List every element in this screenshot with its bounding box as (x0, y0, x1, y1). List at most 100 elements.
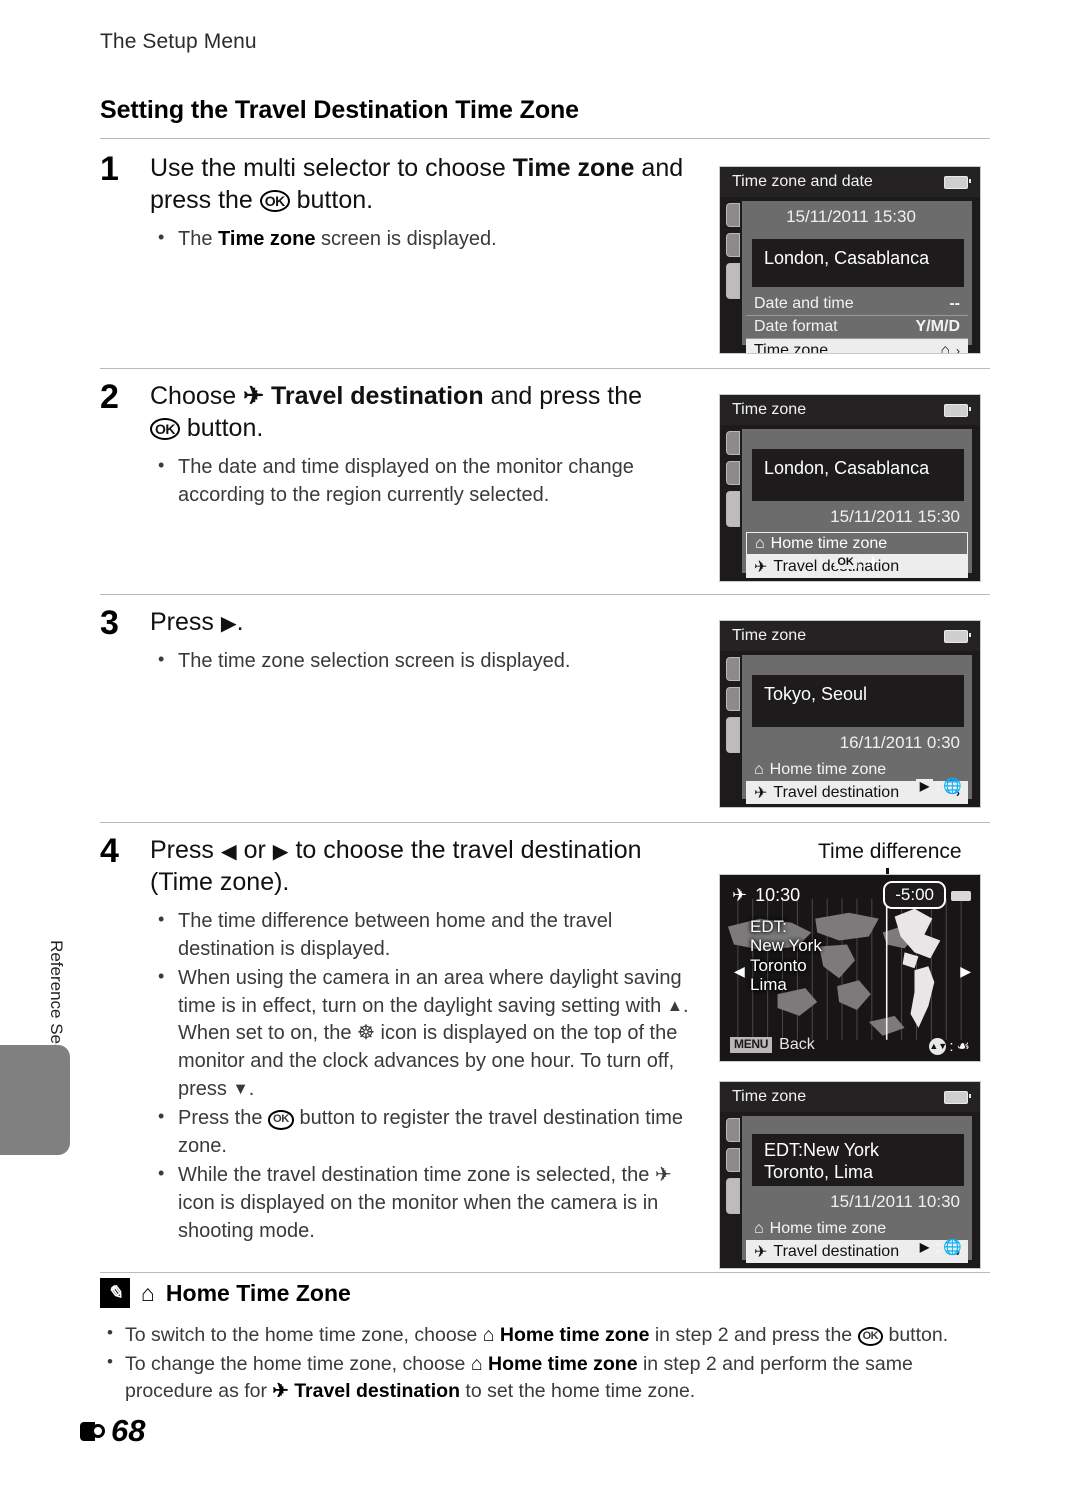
menu-row-value: Y/M/D (915, 318, 960, 335)
menu-row-date-and-time[interactable]: Date and time -- (746, 293, 968, 316)
city-line: Toronto (750, 955, 807, 975)
city-display: Tokyo, Seoul (752, 675, 964, 727)
battery-icon (944, 175, 971, 189)
time-difference-value: -5:00 (883, 881, 946, 909)
step-heading: Press ◀ or ▶ to choose the travel destin… (150, 834, 710, 898)
battery-icon (951, 891, 971, 901)
right-arrow-icon[interactable]: ▶ (960, 963, 971, 980)
step-bullets: The time difference between home and the… (150, 907, 710, 1245)
tab-icon[interactable] (726, 431, 740, 455)
step-text: Use the multi selector to choose (150, 154, 513, 182)
tab-icon[interactable] (726, 461, 740, 485)
camera-screen-time-zone-and-date: Time zone and date 15/11/2011 15:30 Lond… (719, 166, 981, 354)
menu-row-label: Time zone (754, 341, 829, 354)
note-title: ✎ ⌂ Home Time Zone (100, 1278, 995, 1308)
menu-tab-strip[interactable] (726, 657, 740, 759)
battery-icon (944, 1090, 971, 1104)
right-triangle-icon: ▶ (272, 839, 289, 863)
home-icon: ⌂ (141, 1279, 155, 1306)
step-text: button. (179, 414, 264, 442)
globe-icon: 🌐 (943, 1239, 962, 1256)
menu-row-label: Travel destination (773, 1242, 900, 1260)
daylight-saving-icon: ☸ (357, 1022, 375, 1045)
page-number: 68 (80, 1413, 145, 1449)
travel-time-display: ✈ 10:30 (732, 885, 800, 906)
bullet-emphasis: Time zone (218, 228, 316, 250)
note-text: To switch to the home time zone, choose (125, 1324, 483, 1346)
step-number: 4 (100, 832, 119, 870)
play-chip-icon: ▶ (915, 1239, 934, 1255)
tab-icon[interactable] (726, 233, 740, 257)
daylight-saving-icon: ☙ (956, 1038, 970, 1055)
menu-tab-strip[interactable] (726, 203, 740, 305)
home-icon: ⌂ (755, 534, 765, 552)
menu-row-value: -- (949, 295, 960, 312)
bullet-text: The date and time displayed on the monit… (178, 456, 634, 506)
step-emphasis: Travel destination (271, 382, 484, 410)
note-title-text: Home Time Zone (165, 1279, 351, 1306)
step-bullets: The date and time displayed on the monit… (150, 453, 710, 509)
globe-icon: 🌐 (943, 778, 962, 795)
right-triangle-icon: ▶ (220, 611, 237, 635)
menu-row-time-zone[interactable]: Time zone ⌂ › (746, 339, 968, 354)
bullet-item: The date and time displayed on the monit… (150, 453, 710, 509)
tab-icon-selected[interactable] (726, 717, 740, 753)
step-emphasis: Time zone (512, 154, 635, 182)
city-list: EDT: New York Toronto Lima (750, 917, 822, 995)
note-text: to set the home time zone. (460, 1380, 696, 1403)
tab-icon[interactable] (726, 687, 740, 711)
side-tab-marker (0, 1045, 70, 1155)
bullet-text: The (178, 228, 219, 250)
menu-back-hint[interactable]: MENU Back (730, 1036, 815, 1054)
menu-row-label: Home time zone (769, 1219, 887, 1237)
back-label: Back (779, 1036, 815, 1053)
note-text: button. (883, 1324, 949, 1346)
step-number: 2 (100, 378, 119, 416)
tab-icon-selected[interactable] (726, 263, 740, 299)
city-line: Lima (750, 975, 787, 995)
city-display: EDT:New York Toronto, Lima (752, 1134, 964, 1186)
tab-icon-selected[interactable] (726, 491, 740, 527)
divider (100, 822, 990, 823)
tab-icon[interactable] (726, 657, 740, 681)
page-title: Setting the Travel Destination Time Zone (100, 96, 579, 124)
battery-icon (944, 629, 971, 643)
note-emphasis: Travel destination (294, 1380, 460, 1403)
home-icon: ⌂ (482, 1324, 495, 1346)
screen-panel: EDT:New York Toronto, Lima 15/11/2011 10… (742, 1116, 972, 1263)
tab-icon[interactable] (726, 203, 740, 227)
step-number: 1 (100, 150, 119, 188)
step-1: 1 Use the multi selector to choose Time … (100, 152, 710, 256)
plane-icon: ✈ (754, 784, 768, 802)
ok-button-icon: OK (259, 189, 290, 212)
divider (100, 594, 990, 595)
time-difference-callout-label: Time difference (818, 840, 962, 863)
menu-tab-strip[interactable] (726, 1118, 740, 1220)
screen-title: Time zone (732, 1088, 807, 1105)
divider (100, 1272, 990, 1273)
menu-row-date-format[interactable]: Date format Y/M/D (746, 316, 968, 339)
tab-icon[interactable] (726, 1118, 740, 1142)
separator: : (859, 553, 865, 571)
tab-icon[interactable] (726, 1148, 740, 1172)
menu-row-home-time-zone[interactable]: ⌂ Home time zone (746, 532, 968, 555)
bullet-text: . (248, 1077, 255, 1100)
bullet-item: While the travel destination time zone i… (150, 1161, 710, 1245)
ok-button-icon: OK (150, 417, 180, 440)
play-chip-icon: ▶ (915, 778, 934, 794)
city-line: EDT:New York (764, 1140, 880, 1160)
daylight-saving-hint: ▲▼ : ☙ (929, 1037, 970, 1055)
step-heading: Choose ✈ Travel destination and press th… (150, 380, 710, 444)
tab-icon-selected[interactable] (726, 1178, 740, 1214)
step-heading: Use the multi selector to choose Time zo… (150, 152, 710, 216)
menu-row-label: Date and time (754, 295, 854, 312)
bullet-text: screen is displayed. (315, 228, 497, 250)
step-bullets: The time zone selection screen is displa… (150, 647, 710, 676)
menu-row-home-time-zone[interactable]: ⌂ Home time zone (746, 1217, 968, 1240)
ok-chip-icon: OK (834, 554, 857, 570)
note-text: To change the home time zone, choose (125, 1352, 471, 1375)
ok-button-icon: OK (857, 1327, 884, 1347)
screen-panel: 15/11/2011 15:30 London, Casablanca Date… (742, 201, 972, 353)
left-arrow-icon[interactable]: ◀ (734, 963, 745, 980)
menu-tab-strip[interactable] (726, 431, 740, 533)
